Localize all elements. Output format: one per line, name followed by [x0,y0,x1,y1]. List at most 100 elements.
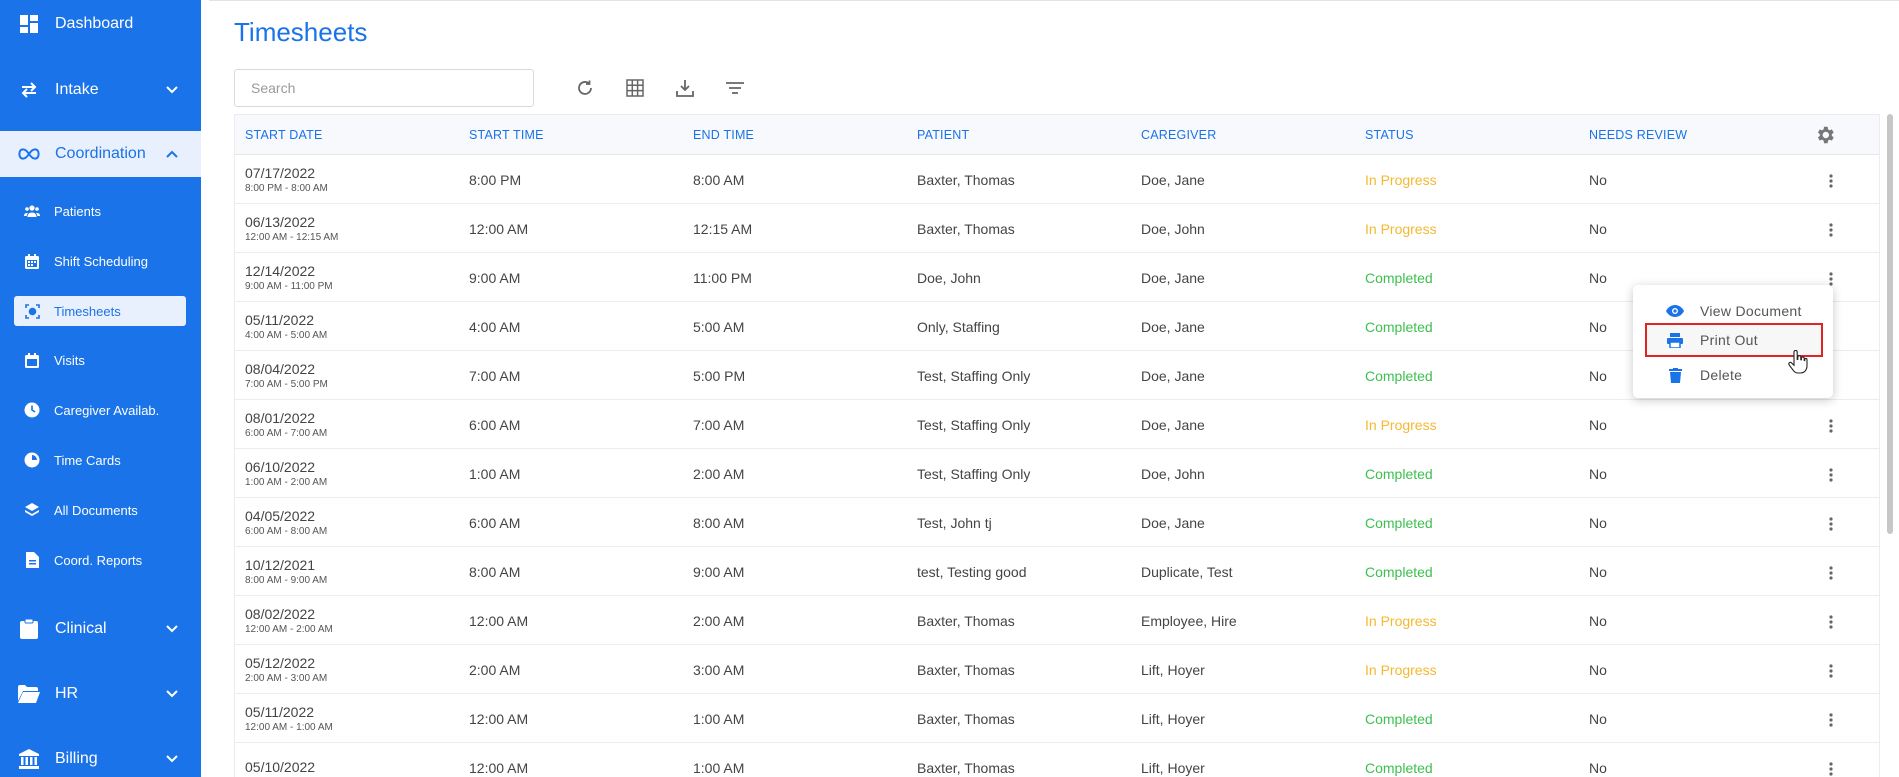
cell-end-time: 5:00 AM [693,318,745,335]
refresh-icon[interactable] [574,77,596,99]
sidebar-item-label: Time Cards [54,452,121,468]
sidebar-item-visits[interactable]: Visits [14,345,186,375]
sidebar-item-hr[interactable]: HR [0,671,201,717]
cell-caregiver: Doe, Jane [1141,318,1205,335]
column-header-patient[interactable]: Patient [917,115,969,155]
cell-caregiver: Duplicate, Test [1141,563,1233,580]
time-range-value: 8:00 AM - 9:00 AM [245,574,328,586]
cell-patient: Baxter, Thomas [917,612,1015,629]
column-header-needs-review[interactable]: Needs Review [1589,115,1687,155]
cell-needs-review: No [1589,416,1607,433]
more-vert-icon[interactable] [1824,172,1838,190]
document-icon [24,552,40,568]
status-badge: Completed [1365,710,1433,727]
sidebar-item-all-documents[interactable]: All Documents [14,495,186,525]
cell-caregiver: Doe, Jane [1141,171,1205,188]
sidebar-item-coord-reports[interactable]: Coord. Reports [14,545,186,575]
cell-caregiver: Lift, Hoyer [1141,759,1205,776]
cell-end-time: 5:00 PM [693,367,746,384]
chevron-down-icon [165,83,179,97]
sidebar-item-patients[interactable]: Patients [14,196,186,226]
cell-start-time: 2:00 AM [469,661,521,678]
download-icon[interactable] [674,77,696,99]
more-vert-icon[interactable] [1824,564,1838,582]
swap-icon [18,79,40,101]
sidebar-item-clinical[interactable]: Clinical [0,606,201,652]
more-vert-icon[interactable] [1824,515,1838,533]
table-row[interactable]: 07/17/2022 8:00 PM - 8:00 AM 8:00 PM 8:00 A… [235,155,1879,204]
cell-start-date: 08/01/2022 6:00 AM - 7:00 AM [245,400,327,449]
status-badge: In Progress [1365,661,1437,678]
cell-needs-review: No [1589,612,1607,629]
more-vert-icon[interactable] [1824,711,1838,729]
cell-start-date: 06/10/2022 1:00 AM - 2:00 AM [245,449,327,498]
sidebar-item-billing[interactable]: Billing [0,736,201,777]
more-vert-icon[interactable] [1824,466,1838,484]
infinity-icon [18,143,40,165]
column-header-caregiver[interactable]: Caregiver [1141,115,1216,155]
table-row[interactable]: 06/10/2022 1:00 AM - 2:00 AM 1:00 AM 2:00 A… [235,449,1879,498]
cell-patient: Baxter, Thomas [917,661,1015,678]
more-vert-icon[interactable] [1824,662,1838,680]
gear-icon[interactable] [1814,124,1836,146]
more-vert-icon[interactable] [1824,221,1838,239]
sidebar-item-shift-scheduling[interactable]: Shift Scheduling [14,246,186,276]
cell-end-time: 9:00 AM [693,563,745,580]
cell-start-time: 12:00 AM [469,710,529,727]
column-header-start-date[interactable]: Start Date [245,115,322,155]
filter-icon[interactable] [724,77,746,99]
more-vert-icon[interactable] [1824,760,1838,777]
cell-needs-review: No [1589,367,1607,384]
cell-start-time: 4:00 AM [469,318,521,335]
column-header-end-time[interactable]: End Time [693,115,754,155]
grid-icon[interactable] [624,77,646,99]
sidebar-item-label: Coordination [55,145,146,162]
column-header-status[interactable]: Status [1365,115,1414,155]
cell-caregiver: Lift, Hoyer [1141,710,1205,727]
cell-start-date: 05/11/2022 4:00 AM - 5:00 AM [245,302,327,351]
sidebar-item-intake[interactable]: Intake [0,67,201,113]
sidebar-item-label: Visits [54,352,85,368]
sidebar-item-time-cards[interactable]: Time Cards [14,445,186,475]
status-badge: In Progress [1365,220,1437,237]
table-row[interactable]: 10/12/2021 8:00 AM - 9:00 AM 8:00 AM 9:00 A… [235,547,1879,596]
start-date-value: 08/01/2022 [245,409,316,426]
table-row[interactable]: 04/05/2022 6:00 AM - 8:00 AM 6:00 AM 8:00 A… [235,498,1879,547]
search-input[interactable] [234,69,534,107]
table-row[interactable]: 06/13/2022 12:00 AM - 12:15 AM 12:00 AM 12:… [235,204,1879,253]
sidebar-item-label: HR [55,685,79,702]
cell-caregiver: Doe, Jane [1141,269,1205,286]
start-date-value: 08/02/2022 [245,605,316,622]
cell-caregiver: Doe, John [1141,465,1205,482]
table-row[interactable]: 05/10/2022 12:00 AM 1:00 AM Baxter, Thomas L… [235,743,1879,777]
start-date-value: 06/13/2022 [245,213,316,230]
table-row[interactable]: 08/02/2022 12:00 AM - 2:00 AM 12:00 AM 2:00… [235,596,1879,645]
status-badge: Completed [1365,759,1433,776]
time-range-value: 7:00 AM - 5:00 PM [245,378,328,390]
table-row[interactable]: 05/11/2022 12:00 AM - 1:00 AM 12:00 AM 1:00… [235,694,1879,743]
more-vert-icon[interactable] [1824,613,1838,631]
chevron-down-icon [165,687,179,701]
cell-needs-review: No [1589,661,1607,678]
column-header-start-time[interactable]: Start Time [469,115,544,155]
menu-item-view-document[interactable]: View Document [1633,295,1833,327]
cell-end-time: 7:00 AM [693,416,745,433]
more-vert-icon[interactable] [1824,417,1838,435]
clock-icon [24,402,40,418]
cell-start-time: 12:00 AM [469,220,529,237]
sidebar-item-dashboard[interactable]: Dashboard [0,1,201,47]
dashboard-icon [18,13,40,35]
sidebar-item-caregiver-availability[interactable]: Caregiver Availab. [14,395,186,425]
time-range-value: 6:00 AM - 8:00 AM [245,525,328,537]
start-date-value: 05/11/2022 [245,311,315,328]
vertical-scrollbar[interactable] [1887,114,1893,534]
table-row[interactable]: 05/12/2022 2:00 AM - 3:00 AM 2:00 AM 3:00 A… [235,645,1879,694]
sidebar-item-timesheets[interactable]: Timesheets [14,296,186,326]
sidebar-item-coordination[interactable]: Coordination [0,131,201,177]
cell-caregiver: Doe, Jane [1141,416,1205,433]
table-row[interactable]: 08/01/2022 6:00 AM - 7:00 AM 6:00 AM 7:00 A… [235,400,1879,449]
cell-needs-review: No [1589,514,1607,531]
cell-start-date: 05/12/2022 2:00 AM - 3:00 AM [245,645,327,694]
cell-needs-review: No [1589,465,1607,482]
start-date-value: 12/14/2022 [245,262,316,279]
